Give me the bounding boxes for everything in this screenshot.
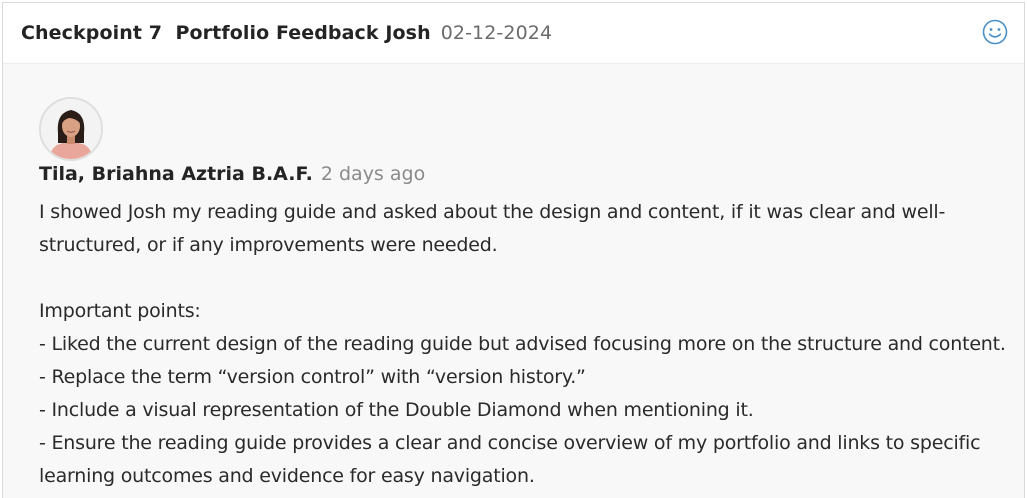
points-heading: Important points: bbox=[39, 300, 201, 322]
avatar[interactable] bbox=[39, 97, 103, 161]
list-item: - Replace the term “version control” wit… bbox=[39, 366, 586, 388]
smiley-icon[interactable] bbox=[982, 19, 1008, 45]
list-item: - Include a visual representation of the… bbox=[39, 399, 754, 421]
comment-timestamp: 2 days ago bbox=[320, 163, 426, 185]
page-title: Checkpoint 7 Portfolio Feedback Josh 02-1… bbox=[21, 22, 552, 44]
comment-body: I showed Josh my reading guide and asked… bbox=[39, 196, 1014, 493]
author-name: Tila, Briahna Aztria B.A.F. bbox=[39, 163, 313, 185]
user-photo-icon bbox=[41, 99, 101, 159]
card-header: Checkpoint 7 Portfolio Feedback Josh 02-1… bbox=[3, 3, 1024, 64]
checkpoint-title: Checkpoint 7 Portfolio Feedback Josh bbox=[21, 22, 431, 44]
comment-meta: Tila, Briahna Aztria B.A.F. 2 days ago bbox=[39, 163, 425, 185]
list-item: - Liked the current design of the readin… bbox=[39, 333, 1006, 355]
checkpoint-date: 02-12-2024 bbox=[440, 22, 553, 44]
feedback-card: Checkpoint 7 Portfolio Feedback Josh 02-1… bbox=[2, 2, 1025, 498]
list-item: - Ensure the reading guide provides a cl… bbox=[39, 432, 981, 487]
comment-paragraph: I showed Josh my reading guide and asked… bbox=[39, 201, 946, 256]
